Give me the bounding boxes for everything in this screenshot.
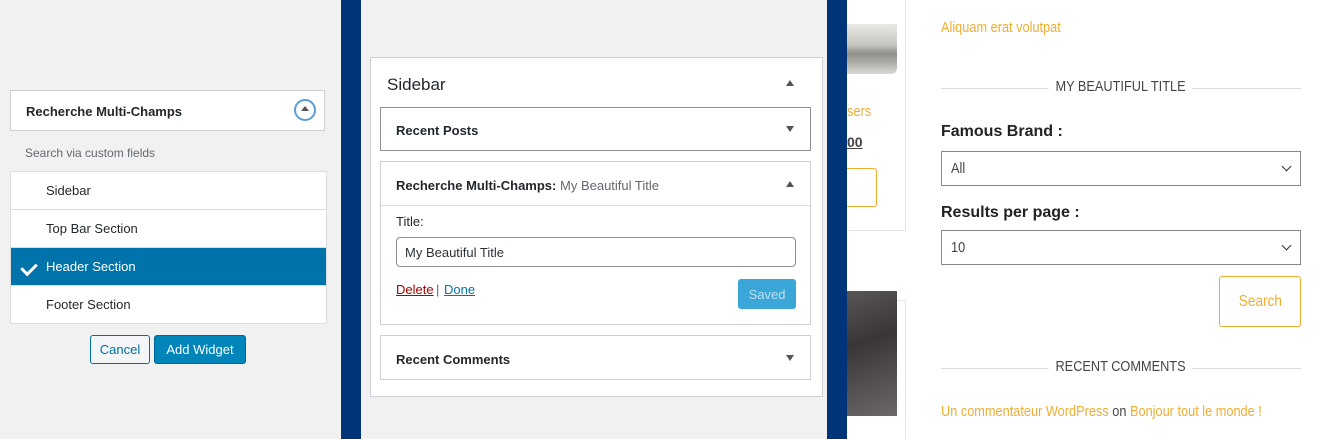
- area-option-label: Top Bar Section: [46, 221, 138, 236]
- widget-recent-comments[interactable]: Recent Comments: [380, 335, 811, 380]
- add-widget-button[interactable]: Add Widget: [154, 335, 246, 364]
- checkmark-icon: [20, 258, 38, 277]
- cancel-button[interactable]: Cancel: [90, 335, 150, 364]
- results-per-page-label: Results per page :: [941, 204, 1080, 221]
- area-option-top-bar-section[interactable]: Top Bar Section: [11, 210, 326, 248]
- widget-chooser-panel: Recherche Multi-Champs Search via custom…: [0, 0, 341, 439]
- panel-divider: [827, 0, 847, 439]
- area-option-footer-section[interactable]: Footer Section: [11, 286, 326, 323]
- recent-comments-title: RECENT COMMENTS: [941, 358, 1301, 375]
- widget-header[interactable]: Recherche Multi-Champs: [10, 90, 325, 131]
- done-link[interactable]: Done: [444, 282, 475, 297]
- search-button-label: Search: [1238, 292, 1282, 310]
- product-button[interactable]: rt: [847, 168, 877, 207]
- widget-title: Recherche Multi-Champs: [26, 104, 183, 119]
- section-title-text: RECENT COMMENTS: [1049, 358, 1193, 375]
- widget-instance-title: My Beautiful Title: [560, 178, 659, 193]
- collapse-arrow-icon[interactable]: [786, 80, 794, 86]
- panel-divider: [341, 0, 361, 439]
- product-image: [847, 291, 897, 416]
- comment-on-text: on: [1112, 403, 1127, 420]
- widget-title: Recent Comments: [396, 352, 511, 367]
- area-option-sidebar[interactable]: Sidebar: [11, 172, 326, 210]
- delete-link[interactable]: Delete: [396, 282, 434, 297]
- product-name-fragment[interactable]: sers: [847, 103, 871, 120]
- area-option-label: Sidebar: [46, 183, 91, 198]
- chevron-down-icon: [1281, 161, 1292, 172]
- section-title-text: MY BEAUTIFUL TITLE: [1049, 78, 1193, 95]
- chevron-down-icon: [1281, 240, 1292, 251]
- collapse-arrow-icon[interactable]: [786, 181, 794, 187]
- widget-area-list: Sidebar Top Bar Section Header Section F…: [10, 171, 327, 324]
- search-button[interactable]: Search: [1219, 276, 1301, 327]
- area-option-header-section[interactable]: Header Section: [11, 248, 326, 286]
- results-per-page-value: 10: [951, 239, 966, 256]
- expand-arrow-icon[interactable]: [786, 126, 794, 132]
- widget-link[interactable]: Aliquam erat volutpat: [941, 19, 1061, 36]
- comment-author-link[interactable]: Un commentateur WordPress: [941, 403, 1109, 420]
- area-option-label: Footer Section: [46, 297, 131, 312]
- widget-title: Recent Posts: [396, 123, 479, 138]
- site-preview-panel: sers 00 rt Aliquam erat volutpat MY BEAU…: [847, 0, 1332, 439]
- widget-recherche-multi-champs: Recherche Multi-Champs: My Beautiful Tit…: [380, 161, 811, 325]
- title-input[interactable]: [396, 237, 796, 267]
- title-label: Title:: [396, 214, 424, 229]
- widget-section-title: MY BEAUTIFUL TITLE: [941, 78, 1301, 95]
- widget-recent-posts[interactable]: Recent Posts: [380, 107, 811, 151]
- collapse-arrow-icon[interactable]: [294, 99, 316, 121]
- widget-edit-form: Title: Delete | Done Saved: [381, 205, 810, 309]
- comment-post-link[interactable]: Bonjour tout le monde !: [1130, 403, 1262, 420]
- sidebar-widget-area: Sidebar Recent Posts Recherche Multi-Cha…: [370, 57, 823, 397]
- saved-button[interactable]: Saved: [738, 279, 796, 309]
- results-per-page-select[interactable]: 10: [941, 230, 1301, 265]
- product-image: [847, 24, 897, 74]
- brand-select-value: All: [951, 160, 966, 177]
- widget-description: Search via custom fields: [25, 146, 156, 160]
- link-separator: |: [436, 282, 440, 297]
- brand-label: Famous Brand :: [941, 123, 1063, 140]
- expand-arrow-icon[interactable]: [786, 355, 794, 361]
- brand-select[interactable]: All: [941, 151, 1301, 186]
- product-price-fragment: 00: [847, 134, 863, 150]
- recent-comment-entry: Un commentateur WordPress on Bonjour tou…: [941, 403, 1262, 420]
- widget-name: Recherche Multi-Champs:: [396, 178, 557, 193]
- sidebar-title[interactable]: Sidebar: [387, 75, 446, 95]
- widget-title[interactable]: Recherche Multi-Champs: My Beautiful Tit…: [396, 178, 659, 193]
- sidebar-area-panel: Sidebar Recent Posts Recherche Multi-Cha…: [361, 0, 827, 439]
- area-option-label: Header Section: [46, 259, 136, 274]
